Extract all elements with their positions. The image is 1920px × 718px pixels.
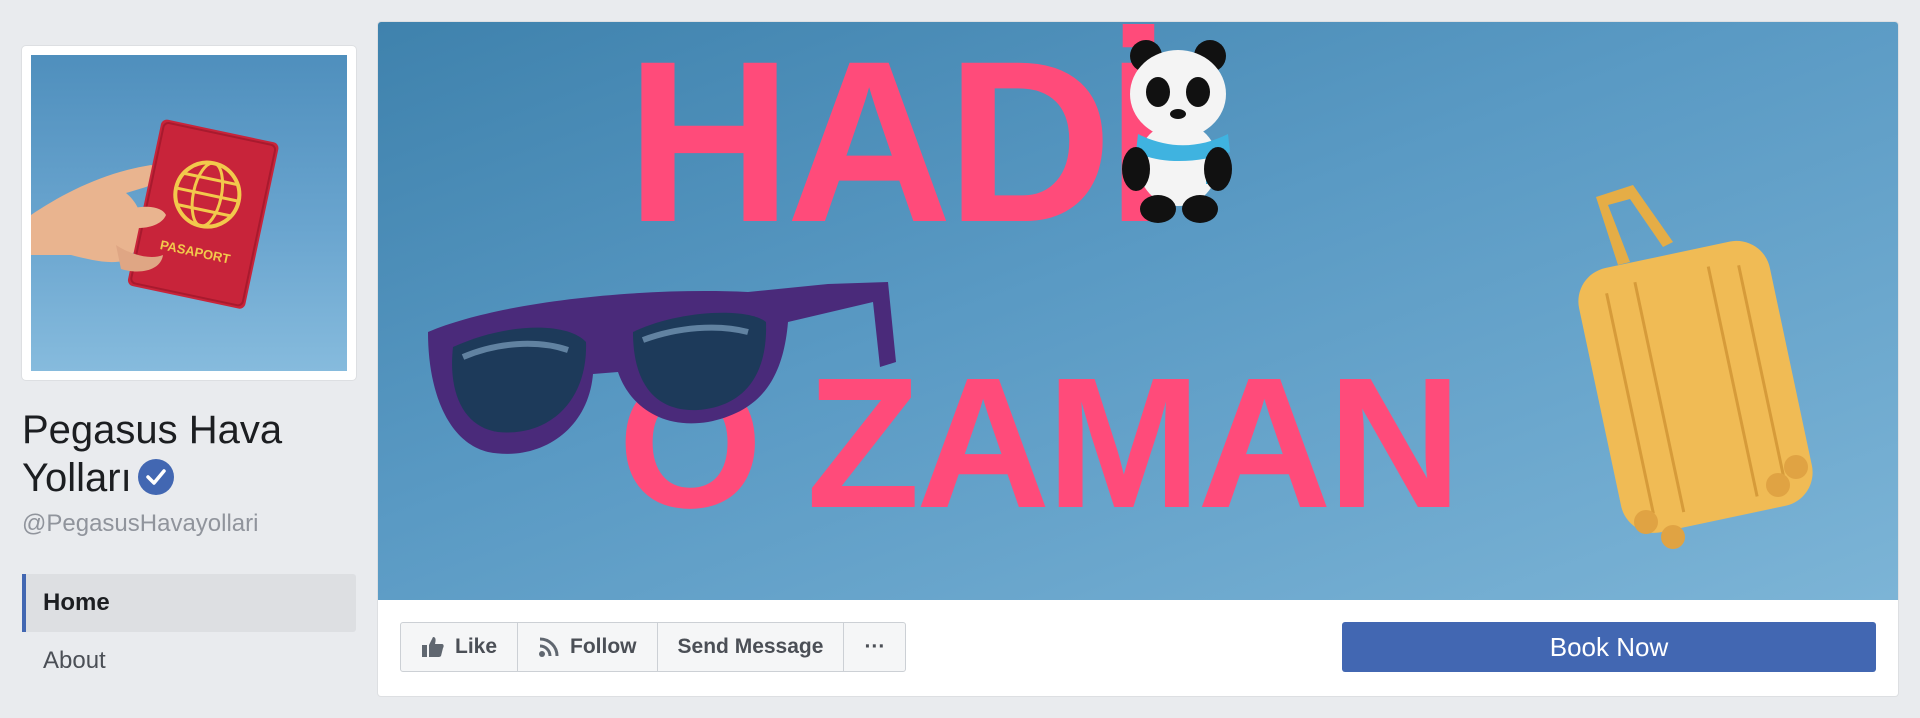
cover-photo[interactable]: HADİ O ZAMAN — [378, 22, 1898, 600]
send-message-button[interactable]: Send Message — [656, 622, 845, 672]
page-action-bar: Like Follow Send Message ··· — [400, 622, 907, 672]
panda-toy-image — [1122, 40, 1232, 223]
sunglasses-image — [428, 282, 896, 454]
profile-picture[interactable]: PASAPORT — [31, 55, 347, 371]
page-title: Pegasus Hava Yolları — [22, 406, 356, 502]
profile-picture-frame[interactable]: PASAPORT — [22, 46, 356, 380]
book-now-label: Book Now — [1549, 631, 1669, 662]
left-column: PASAPORT Pegasus Hava Yolları @PegasusHa… — [22, 46, 356, 690]
like-button[interactable]: Like — [400, 622, 519, 672]
profile-picture-art: PASAPORT — [31, 119, 279, 309]
book-now-button[interactable]: Book Now — [1342, 622, 1876, 672]
page-handle[interactable]: @PegasusHavayollari — [22, 510, 356, 538]
cover-headline-line1: HADİ — [626, 22, 1170, 270]
follow-button[interactable]: Follow — [517, 622, 658, 672]
send-message-label: Send Message — [677, 635, 824, 658]
more-options-icon: ··· — [864, 635, 886, 658]
nav-item-home[interactable]: Home — [22, 574, 356, 632]
verified-badge-icon — [137, 459, 174, 495]
more-options-button[interactable]: ··· — [843, 622, 907, 672]
cover-card: HADİ O ZAMAN Like Follow Send Message ··… — [378, 22, 1898, 696]
thumbs-up-icon — [422, 637, 444, 657]
like-label: Like — [455, 635, 498, 658]
suitcase-image — [1578, 185, 1813, 549]
page-nav: Home About — [22, 574, 356, 690]
nav-item-about[interactable]: About — [22, 632, 356, 690]
rss-follow-icon — [539, 637, 559, 657]
follow-label: Follow — [570, 635, 637, 658]
